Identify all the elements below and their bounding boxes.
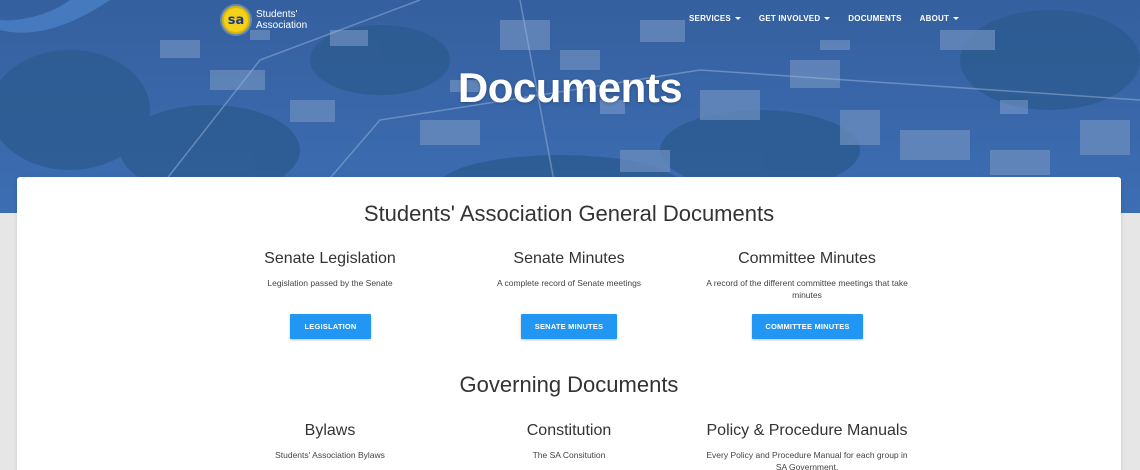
policy-manuals-title: Policy & Procedure Manuals (706, 422, 908, 439)
caret-down-icon (953, 17, 960, 20)
constitution-title: Constitution (526, 422, 612, 439)
bylaws-description: Students' Association Bylaws (275, 450, 385, 460)
bylaws-block: Bylaws Students' Association Bylaws (225, 422, 435, 461)
nav-get-involved-label: GET INVOLVED (758, 14, 821, 23)
policy-manuals-description: Every Policy and Procedure Manual for ea… (706, 450, 908, 470)
sa-logo-icon: sa (222, 6, 250, 34)
legislation-button[interactable]: LEGISLATION (290, 314, 371, 339)
senate-minutes-block: Senate Minutes A complete record of Sena… (464, 250, 674, 289)
nav-services-label: SERVICES (689, 14, 731, 23)
committee-minutes-title: Committee Minutes (738, 250, 876, 267)
documents-card: Students' Association General Documents … (17, 177, 1121, 470)
logo-line-2: Association (256, 20, 308, 31)
senate-legislation-title: Senate Legislation (264, 250, 396, 267)
committee-minutes-block: Committee Minutes A record of the differ… (702, 250, 912, 301)
committee-minutes-description: A record of the different committee meet… (706, 278, 908, 300)
site-logo[interactable]: sa Students' Association (222, 6, 307, 34)
nav-documents[interactable]: DOCUMENTS (848, 14, 901, 23)
nav-get-involved[interactable]: GET INVOLVED (758, 14, 831, 23)
page-title: Documents (457, 64, 683, 111)
senate-legislation-block: Senate Legislation Legislation passed by… (225, 250, 435, 289)
senate-minutes-title: Senate Minutes (513, 250, 625, 267)
bylaws-title: Bylaws (304, 422, 356, 439)
constitution-block: Constitution The SA Consitution (464, 422, 674, 461)
general-documents-heading: Students' Association General Documents (363, 201, 775, 226)
nav-documents-label: DOCUMENTS (848, 14, 902, 23)
main-nav: SERVICES GET INVOLVED DOCUMENTS ABOUT (689, 14, 977, 23)
senate-minutes-description: A complete record of Senate meetings (496, 278, 642, 288)
caret-down-icon (734, 17, 741, 20)
senate-legislation-description: Legislation passed by the Senate (267, 278, 393, 288)
nav-about[interactable]: ABOUT (919, 14, 960, 23)
governing-documents-heading: Governing Documents (459, 372, 679, 397)
logo-line-1: Students' (256, 9, 298, 20)
committee-minutes-button[interactable]: COMMITTEE MINUTES (752, 314, 863, 339)
policy-manuals-block: Policy & Procedure Manuals Every Policy … (702, 422, 912, 470)
nav-about-label: ABOUT (919, 14, 950, 23)
caret-down-icon (824, 17, 831, 20)
logo-wordmark: Students' Association (256, 9, 307, 31)
nav-services[interactable]: SERVICES (689, 14, 741, 23)
constitution-description: The SA Consitution (532, 450, 606, 460)
senate-minutes-button[interactable]: SENATE MINUTES (521, 314, 617, 339)
